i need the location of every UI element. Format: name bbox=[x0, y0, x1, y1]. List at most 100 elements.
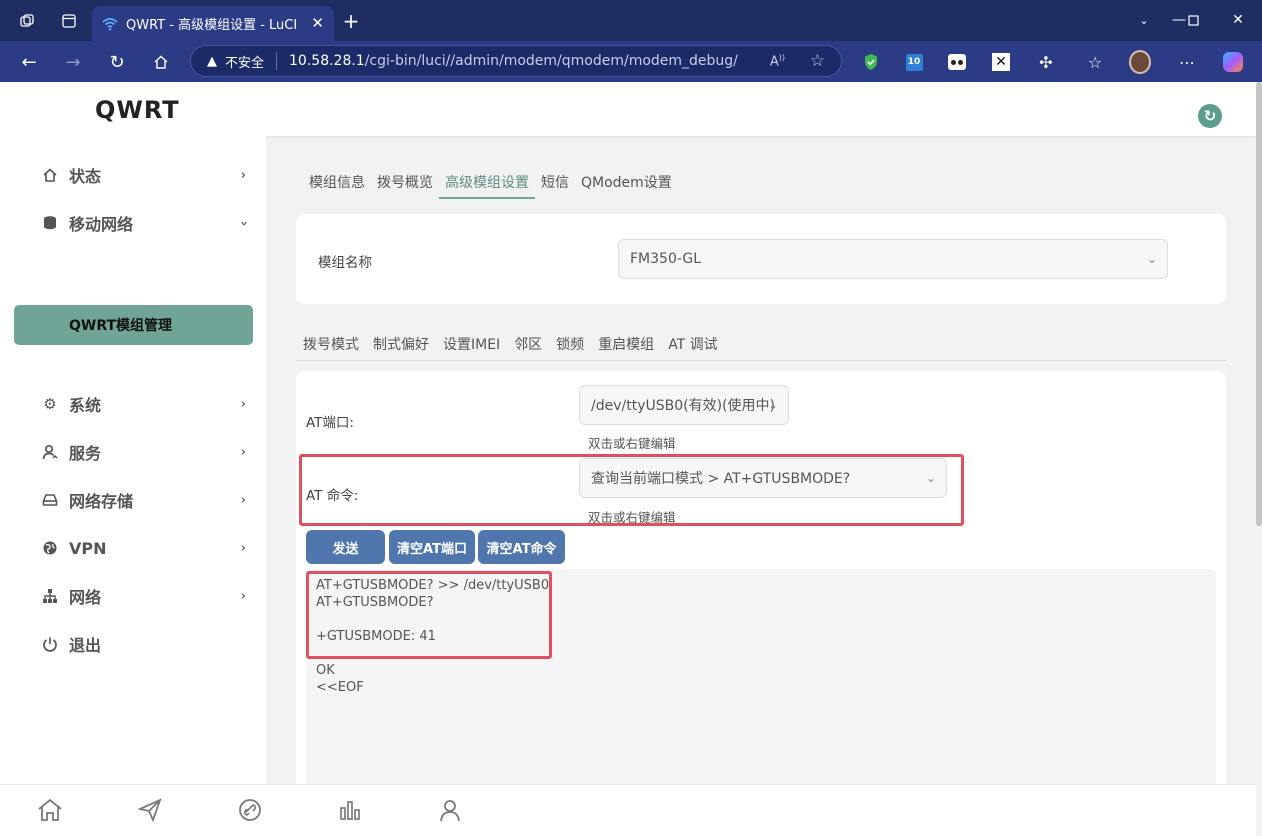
at-debug-card: AT端口: /dev/ttyUSB0(有效)(使用中) ⌄ 双击或右键编辑 AT… bbox=[296, 371, 1226, 836]
sidebar-item-network[interactable]: 网络 › bbox=[40, 581, 250, 611]
home-icon[interactable] bbox=[33, 795, 67, 825]
tab-overflow-icon[interactable]: ⌄ bbox=[1136, 10, 1152, 30]
at-port-select[interactable]: /dev/ttyUSB0(有效)(使用中) ⌄ bbox=[579, 385, 789, 425]
sidebar-item-system[interactable]: ⚙ 系统 › bbox=[40, 389, 250, 419]
sidebar-item-status[interactable]: 状态 › bbox=[40, 160, 250, 190]
header: QWRT ↻ bbox=[0, 82, 1256, 136]
tab-title: QWRT - 高级模组设置 - LuCI bbox=[126, 18, 298, 33]
shield-icon[interactable] bbox=[860, 51, 882, 73]
tab-sms[interactable]: 短信 bbox=[535, 168, 575, 199]
reload-icon[interactable]: ↻ bbox=[106, 51, 128, 73]
page: QWRT ↻ 状态 › 移动网络 › QWRT模组管理 ⚙ 系统 › 服务 › bbox=[0, 82, 1256, 836]
tab-set-imei[interactable]: 设置IMEI bbox=[436, 329, 507, 360]
output-line: <<EOF bbox=[316, 680, 364, 695]
module-name-value: FM350-GL bbox=[630, 251, 702, 267]
sidebar-item-label: 系统 bbox=[69, 396, 102, 415]
tab-module-info[interactable]: 模组信息 bbox=[303, 168, 371, 199]
tab-dial-mode[interactable]: 拨号模式 bbox=[296, 329, 366, 360]
sidebar-item-label: QWRT模组管理 bbox=[69, 318, 173, 334]
link-icon[interactable] bbox=[233, 795, 267, 825]
sidebar: 状态 › 移动网络 › QWRT模组管理 ⚙ 系统 › 服务 › 网络存储 › bbox=[0, 136, 266, 836]
read-aloud-icon[interactable]: A)) bbox=[770, 53, 785, 69]
maximize-icon[interactable] bbox=[1178, 8, 1208, 32]
module-name-select[interactable]: FM350-GL ⌄ bbox=[618, 239, 1168, 279]
favorite-icon[interactable]: ☆ bbox=[810, 51, 825, 71]
chevron-right-icon: › bbox=[240, 167, 246, 183]
module-select-card: 模组名称 FM350-GL ⌄ bbox=[296, 214, 1226, 304]
address-bar[interactable]: ▲ 不安全 10.58.28.1/cgi-bin/luci//admin/mod… bbox=[190, 45, 842, 77]
sidebar-item-label: 网络存储 bbox=[69, 492, 134, 511]
tab-neighbor-cell[interactable]: 邻区 bbox=[507, 329, 549, 360]
url-path: /cgi-bin/luci//admin/modem/qmodem/modem_… bbox=[364, 53, 738, 69]
extension-x-icon[interactable]: ✕ bbox=[990, 51, 1012, 73]
sidebar-item-storage[interactable]: 网络存储 › bbox=[40, 485, 250, 515]
extension-translate-icon[interactable]: 10 bbox=[903, 51, 925, 73]
tab-dial-overview[interactable]: 拨号概览 bbox=[371, 168, 439, 199]
user-icon[interactable] bbox=[433, 795, 467, 825]
clear-at-command-button[interactable]: 清空AT命令 bbox=[478, 530, 565, 564]
url-host: 10.58.28.1 bbox=[289, 53, 365, 69]
home-icon bbox=[40, 167, 60, 183]
tab-advanced-settings[interactable]: 高级模组设置 bbox=[439, 168, 535, 199]
favorites-icon[interactable]: ☆ bbox=[1084, 51, 1106, 73]
new-tab-icon[interactable]: + bbox=[340, 9, 362, 33]
chevron-right-icon: › bbox=[240, 588, 246, 604]
user-icon bbox=[40, 444, 60, 460]
bar-chart-icon[interactable] bbox=[333, 795, 367, 825]
scrollbar-thumb[interactable] bbox=[1256, 82, 1262, 526]
tab-close-icon[interactable]: ✕ bbox=[311, 14, 324, 32]
home-icon[interactable] bbox=[150, 51, 172, 73]
chevron-down-icon: ⌄ bbox=[767, 398, 778, 412]
sidebar-item-logout[interactable]: 退出 bbox=[40, 629, 250, 659]
workspaces-icon[interactable] bbox=[16, 12, 38, 30]
highlight-box-command bbox=[299, 454, 964, 526]
globe-icon bbox=[40, 540, 60, 556]
url-text[interactable]: 10.58.28.1/cgi-bin/luci//admin/modem/qmo… bbox=[289, 53, 738, 69]
extension-glasses-icon[interactable] bbox=[946, 51, 968, 73]
sidebar-item-label: 状态 bbox=[69, 167, 102, 186]
tab-network-preference[interactable]: 制式偏好 bbox=[366, 329, 436, 360]
tab-lock-band[interactable]: 锁频 bbox=[549, 329, 591, 360]
browser-tab-active[interactable]: QWRT - 高级模组设置 - LuCI ✕ bbox=[92, 6, 334, 41]
forward-icon[interactable]: → bbox=[62, 51, 84, 73]
send-icon[interactable] bbox=[133, 795, 167, 825]
sidebar-item-services[interactable]: 服务 › bbox=[40, 437, 250, 467]
refresh-icon[interactable]: ↻ bbox=[1198, 104, 1222, 128]
brand-logo[interactable]: QWRT bbox=[95, 96, 180, 124]
sidebar-item-label: 服务 bbox=[69, 444, 102, 463]
profile-avatar[interactable] bbox=[1129, 50, 1151, 74]
extensions-puzzle-icon[interactable]: ✣ bbox=[1035, 51, 1057, 73]
module-name-label: 模组名称 bbox=[318, 255, 372, 271]
chevron-right-icon: › bbox=[240, 444, 246, 460]
sidebar-item-vpn[interactable]: VPN › bbox=[40, 533, 250, 563]
copilot-icon[interactable] bbox=[1222, 51, 1244, 73]
module-tabs: 模组信息 拨号概览 高级模组设置 短信 QModem设置 bbox=[303, 168, 678, 199]
tab-actions-icon[interactable] bbox=[58, 12, 80, 30]
at-port-value: /dev/ttyUSB0(有效)(使用中) bbox=[591, 398, 775, 414]
sidebar-item-mobile-network[interactable]: 移动网络 › bbox=[40, 208, 251, 238]
tab-at-debug[interactable]: AT 调试 bbox=[661, 329, 725, 360]
chevron-right-icon: › bbox=[240, 396, 246, 412]
at-port-hint: 双击或右键编辑 bbox=[588, 436, 676, 451]
tab-qmodem-settings[interactable]: QModem设置 bbox=[575, 168, 678, 199]
bottom-nav bbox=[0, 784, 1256, 836]
gear-icon: ⚙ bbox=[43, 395, 57, 413]
debug-subtabs: 拨号模式 制式偏好 设置IMEI 邻区 锁频 重启模组 AT 调试 bbox=[296, 329, 1226, 361]
send-button[interactable]: 发送 bbox=[306, 530, 385, 564]
close-window-icon[interactable]: ✕ bbox=[1223, 8, 1253, 32]
sitemap-icon bbox=[40, 588, 60, 604]
warning-icon[interactable]: ▲ bbox=[207, 54, 217, 69]
more-options-icon[interactable]: ⋯ bbox=[1176, 51, 1198, 73]
sidebar-item-qwrt-modem[interactable]: QWRT模组管理 bbox=[14, 305, 253, 345]
insecure-label[interactable]: 不安全 bbox=[225, 52, 264, 71]
tab-reboot-module[interactable]: 重启模组 bbox=[591, 329, 661, 360]
chevron-down-icon: › bbox=[235, 220, 251, 226]
clear-at-port-button[interactable]: 清空AT端口 bbox=[389, 530, 475, 564]
back-icon[interactable]: ← bbox=[18, 51, 40, 73]
at-port-label: AT端口: bbox=[306, 415, 354, 431]
sidebar-item-label: 网络 bbox=[69, 588, 102, 607]
database-icon bbox=[40, 215, 60, 231]
address-separator bbox=[276, 52, 278, 70]
hard-drive-icon bbox=[40, 492, 60, 508]
wifi-icon bbox=[102, 17, 118, 31]
